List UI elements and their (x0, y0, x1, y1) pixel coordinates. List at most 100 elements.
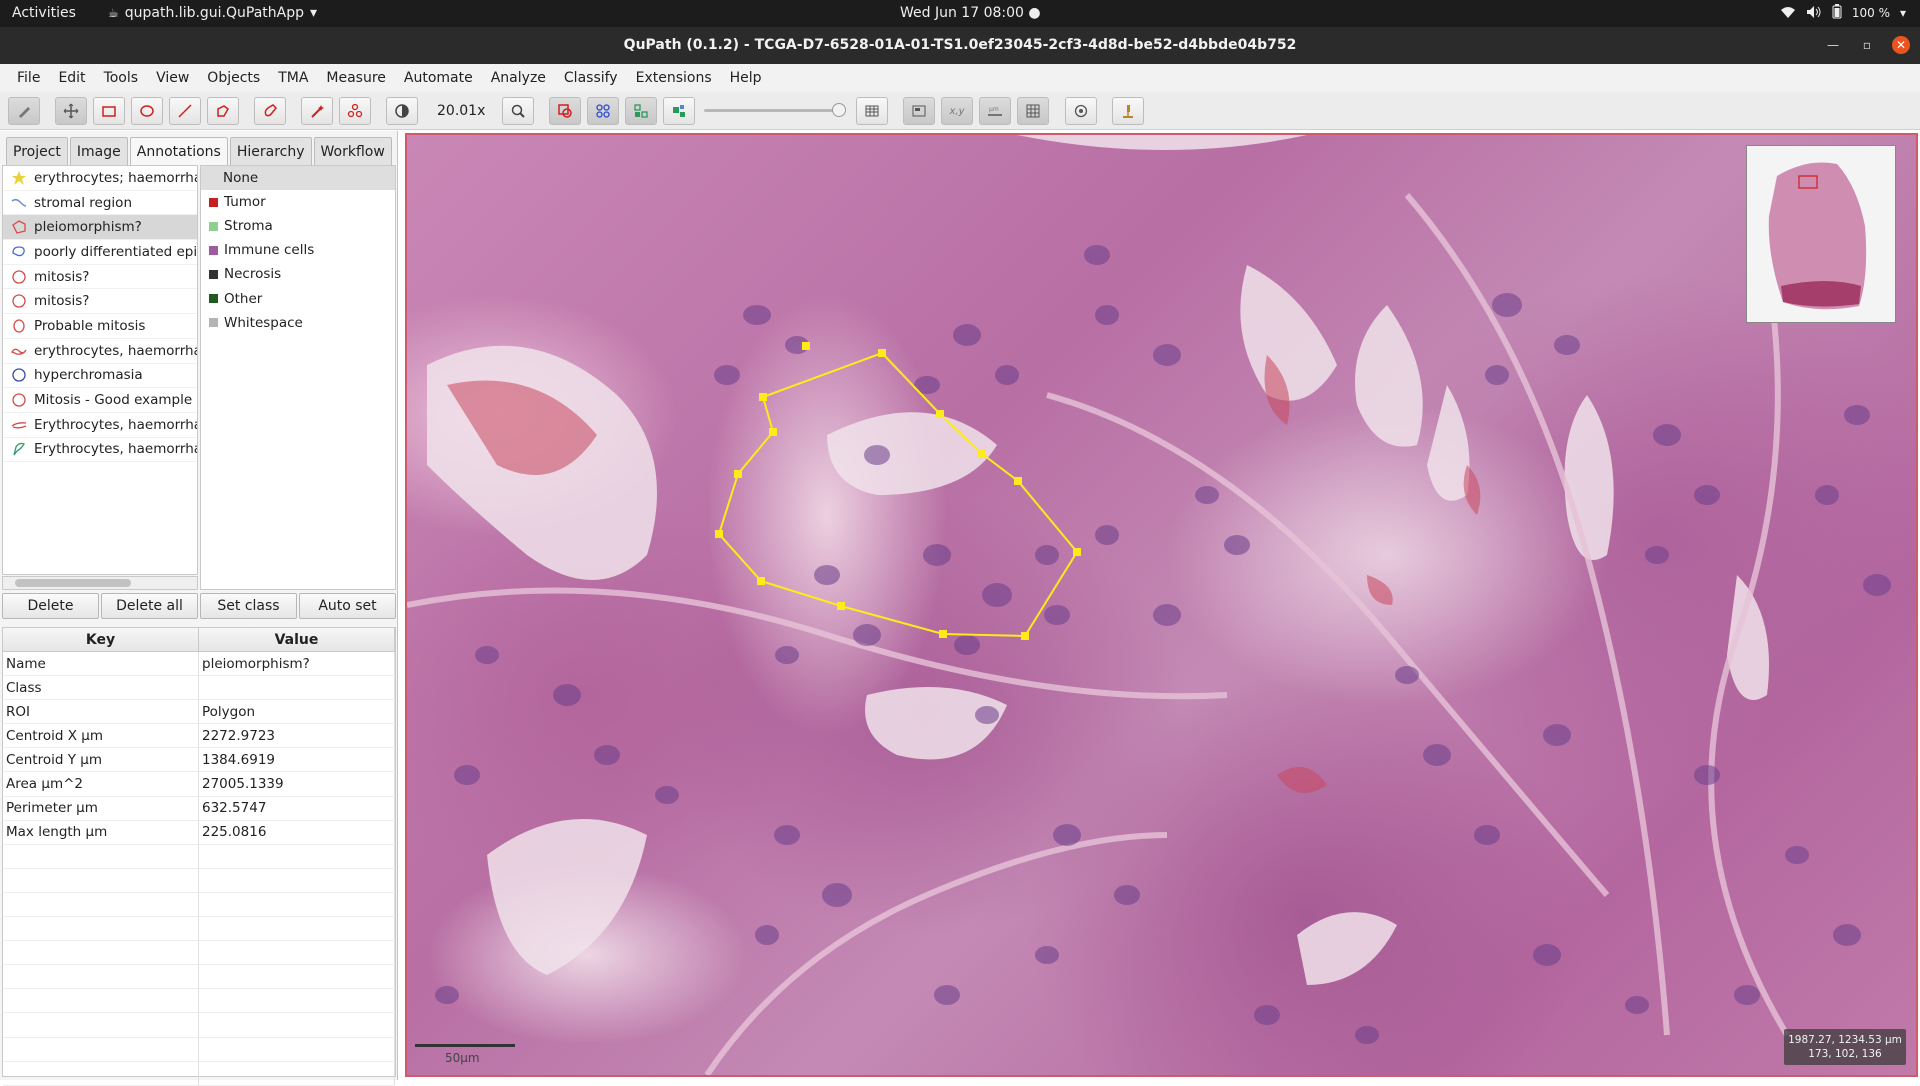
clock[interactable]: Wed Jun 17 08:00 ● (900, 5, 1041, 21)
polygon-icon (217, 105, 229, 117)
measurement-table-button[interactable] (856, 97, 888, 125)
table-row[interactable]: Class (3, 676, 395, 701)
menu-help[interactable]: Help (721, 70, 771, 86)
column-header-value[interactable]: Value (199, 628, 395, 651)
table-row[interactable]: ROI Polygon (3, 700, 395, 725)
brightness-contrast-button[interactable] (386, 97, 418, 125)
class-label: None (223, 170, 259, 187)
auto-set-button[interactable]: Auto set (299, 593, 396, 619)
brush-tool-button[interactable] (254, 97, 286, 125)
annotation-list-item[interactable]: erythrocytes, haemorrhag (3, 339, 197, 364)
menu-analyze[interactable]: Analyze (482, 70, 555, 86)
tab-workflow[interactable]: Workflow (313, 137, 392, 165)
class-item-other[interactable]: Other (201, 286, 395, 310)
annotation-list-item-selected[interactable]: pleiomorphism? (3, 215, 197, 241)
maximize-button[interactable]: ▫ (1858, 36, 1876, 54)
preferences-button[interactable] (1065, 97, 1097, 125)
table-row[interactable]: Perimeter µm 632.5747 (3, 796, 395, 821)
annotation-list-item[interactable]: hyperchromasia (3, 364, 197, 389)
menu-tma[interactable]: TMA (269, 70, 317, 86)
tab-image[interactable]: Image (69, 137, 128, 165)
annotation-list-item[interactable]: Probable mitosis (3, 314, 197, 339)
log-button[interactable] (1112, 97, 1144, 125)
app-menu[interactable]: ☕ qupath.lib.gui.QuPathApp ▾ (108, 5, 317, 21)
annotation-list-item[interactable]: Mitosis - Good example (3, 388, 197, 413)
show-grid-button[interactable] (1017, 97, 1049, 125)
menu-edit[interactable]: Edit (49, 70, 94, 86)
polygon-tool-button[interactable] (207, 97, 239, 125)
window-title-bar[interactable]: QuPath (0.1.2) - TCGA-D7-6528-01A-01-TS1… (0, 27, 1920, 64)
analysis-tabs: Project Image Annotations Hierarchy Work… (6, 137, 392, 165)
class-item-tumor[interactable]: Tumor (201, 190, 395, 214)
opacity-slider-knob[interactable] (832, 103, 846, 117)
annotation-list-item[interactable]: mitosis? (3, 265, 197, 290)
wand-tool-button[interactable] (301, 97, 333, 125)
overview-thumbnail[interactable] (1746, 145, 1896, 323)
show-tma-grid-button[interactable] (587, 97, 619, 125)
annotation-list-item[interactable]: Erythrocytes, haemorrhag (3, 413, 197, 438)
annotation-list-item[interactable]: stromal region (3, 191, 197, 216)
opacity-slider[interactable] (704, 103, 846, 117)
ellipse-tool-button[interactable] (131, 97, 163, 125)
annotation-list[interactable]: erythrocytes; haemorrhag stromal region … (2, 165, 198, 575)
chevron-down-icon: ▾ (1899, 6, 1906, 20)
class-item-necrosis[interactable]: Necrosis (201, 262, 395, 286)
column-header-key[interactable]: Key (3, 628, 199, 651)
wifi-icon (1780, 5, 1796, 22)
image-viewer[interactable]: 50µm 1987.27, 1234.53 µm 173, 102, 136 (405, 133, 1918, 1077)
annotation-list-scrollbar[interactable] (2, 576, 198, 590)
fill-detections-button[interactable] (663, 97, 695, 125)
wand-icon (311, 105, 324, 118)
delete-button[interactable]: Delete (2, 593, 99, 619)
move-tool-button[interactable] (55, 97, 87, 125)
show-detections-button[interactable] (625, 97, 657, 125)
scrollbar-thumb[interactable] (15, 579, 131, 587)
table-row[interactable]: Area µm^2 27005.1339 (3, 772, 395, 797)
show-analysis-pane-button[interactable] (8, 97, 40, 125)
line-tool-button[interactable] (169, 97, 201, 125)
class-item-stroma[interactable]: Stroma (201, 214, 395, 238)
set-class-button[interactable]: Set class (200, 593, 297, 619)
annotation-list-item[interactable]: erythrocytes; haemorrhag (3, 166, 197, 191)
polyline-icon (11, 198, 27, 207)
menu-objects[interactable]: Objects (198, 70, 269, 86)
annotation-list-item[interactable]: Erythrocytes, haemorrhag (3, 438, 197, 463)
menu-extensions[interactable]: Extensions (627, 70, 721, 86)
menu-file[interactable]: File (8, 70, 49, 86)
delete-all-button[interactable]: Delete all (101, 593, 198, 619)
tab-project[interactable]: Project (6, 137, 68, 165)
show-overview-button[interactable] (903, 97, 935, 125)
show-annotations-button[interactable] (549, 97, 581, 125)
rectangle-tool-button[interactable] (93, 97, 125, 125)
table-row[interactable]: Max length µm 225.0816 (3, 820, 395, 845)
close-button[interactable]: ✕ (1892, 36, 1910, 54)
property-value: 1384.6919 (199, 748, 395, 772)
zoom-to-fit-button[interactable] (502, 97, 534, 125)
show-scalebar-button[interactable]: µm (979, 97, 1011, 125)
class-label: Necrosis (224, 266, 282, 283)
points-tool-button[interactable] (339, 97, 371, 125)
system-tray[interactable]: 100 % ▾ (1780, 4, 1906, 22)
minimize-button[interactable]: — (1824, 36, 1842, 54)
menu-tools[interactable]: Tools (95, 70, 148, 86)
class-item-whitespace[interactable]: Whitespace (201, 311, 395, 335)
menu-view[interactable]: View (147, 70, 198, 86)
tab-annotations[interactable]: Annotations (129, 137, 228, 165)
table-row[interactable]: Name pleiomorphism? (3, 652, 395, 677)
annotation-list-item[interactable]: poorly differentiated epith (3, 240, 197, 265)
activities-button[interactable]: Activities (12, 5, 76, 21)
menu-classify[interactable]: Classify (555, 70, 627, 86)
table-row[interactable]: Centroid Y µm 1384.6919 (3, 748, 395, 773)
microscope-icon (1123, 105, 1133, 118)
class-list[interactable]: None Tumor Stroma Immune cells Necrosis … (200, 165, 396, 590)
tab-hierarchy[interactable]: Hierarchy (229, 137, 312, 165)
menu-automate[interactable]: Automate (395, 70, 482, 86)
class-item-none[interactable]: None (201, 166, 395, 191)
show-location-button[interactable]: x,y (941, 97, 973, 125)
annotation-list-item[interactable]: mitosis? (3, 289, 197, 315)
measurement-properties-table[interactable]: Key Value Name pleiomorphism? Class ROI Po… (2, 627, 396, 1086)
slide-overview-image (1768, 162, 1867, 310)
class-item-immune-cells[interactable]: Immune cells (201, 238, 395, 262)
menu-measure[interactable]: Measure (317, 70, 395, 86)
table-row[interactable]: Centroid X µm 2272.9723 (3, 724, 395, 749)
